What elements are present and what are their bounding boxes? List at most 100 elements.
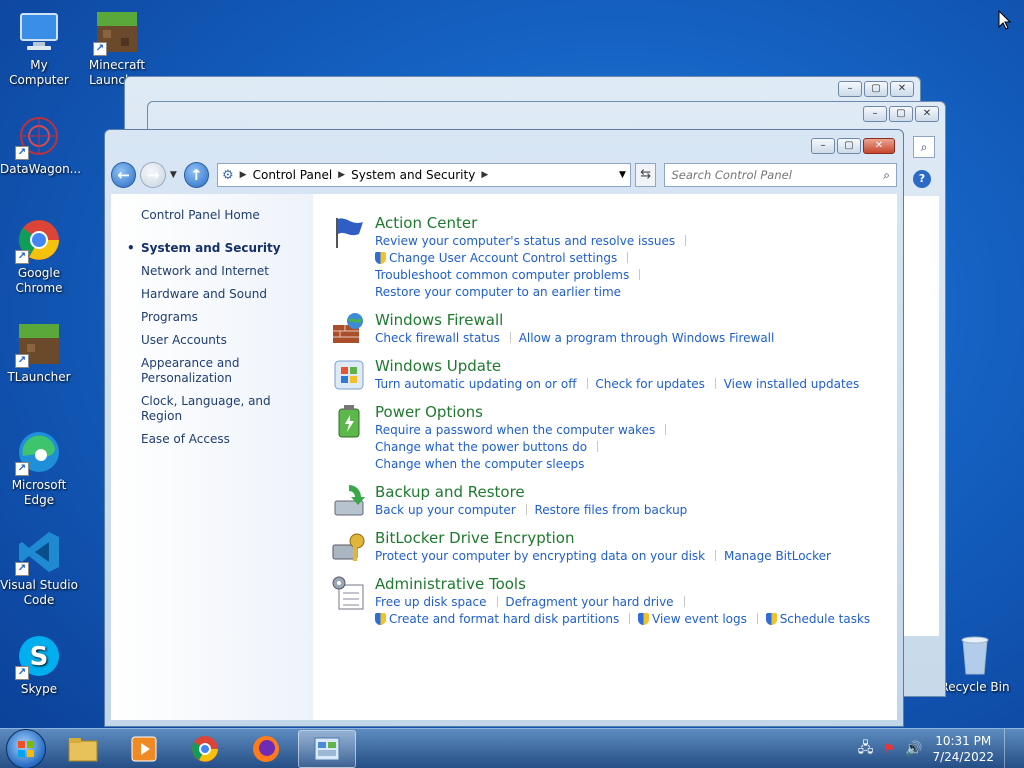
taskbar-firefox[interactable] (237, 730, 295, 768)
desktop-icon-skype[interactable]: S ↗ Skype (0, 632, 78, 697)
desktop-icon-visual-studio-code[interactable]: ↗ Visual Studio Code (0, 528, 78, 608)
minimize-button[interactable]: – (863, 106, 887, 122)
desktop-icon-label: Skype (20, 682, 58, 696)
category-title[interactable]: Administrative Tools (375, 575, 874, 593)
breadcrumb-separator-icon[interactable]: ▶ (240, 170, 247, 180)
minimize-button[interactable]: – (838, 81, 862, 97)
recent-pages-dropdown-icon[interactable]: ▼ (170, 170, 180, 180)
firewall-icon (331, 311, 367, 347)
link-restore-files[interactable]: Restore files from backup (534, 502, 687, 519)
forward-button[interactable]: → (140, 162, 166, 188)
search-icon[interactable]: ⌕ (883, 168, 890, 183)
link-free-disk-space[interactable]: Free up disk space (375, 594, 498, 611)
link-computer-sleeps[interactable]: Change when the computer sleeps (375, 456, 584, 473)
nav-clock-language-and-region[interactable]: Clock, Language, and Region (141, 394, 313, 424)
taskbar-explorer[interactable] (54, 730, 112, 768)
address-dropdown-icon[interactable]: ▼ (619, 170, 626, 180)
windows-update-icon (331, 357, 367, 393)
category-windows-firewall: Windows Firewall Check firewall status A… (331, 311, 897, 347)
category-title[interactable]: Power Options (375, 403, 897, 421)
link-defragment[interactable]: Defragment your hard drive (505, 594, 684, 611)
start-button[interactable] (6, 728, 46, 768)
network-icon[interactable]: 🖧 (858, 737, 874, 761)
link-back-up[interactable]: Back up your computer (375, 502, 527, 519)
nav-control-panel-home[interactable]: Control Panel Home (141, 208, 313, 223)
search-box[interactable]: ⌕ (664, 163, 898, 187)
close-button[interactable]: ✕ (863, 138, 895, 154)
tlauncher-icon: ↗ (15, 320, 63, 368)
shortcut-arrow-icon: ↗ (15, 666, 29, 680)
link-require-password[interactable]: Require a password when the computer wak… (375, 422, 666, 439)
nav-system-and-security[interactable]: System and Security (127, 241, 313, 256)
desktop-icon-datawagon[interactable]: ↗ DataWagon... (0, 112, 81, 177)
category-backup-and-restore: Backup and Restore Back up your computer… (331, 483, 897, 519)
clock[interactable]: 10:31 PM 7/24/2022 (932, 733, 994, 765)
nav-ease-of-access[interactable]: Ease of Access (141, 432, 313, 447)
link-power-buttons[interactable]: Change what the power buttons do (375, 439, 598, 456)
category-title[interactable]: Action Center (375, 214, 897, 232)
nav-programs[interactable]: Programs (141, 310, 313, 325)
taskbar-control-panel[interactable] (298, 729, 356, 768)
category-title[interactable]: Windows Update (375, 357, 863, 375)
link-turn-auto-update[interactable]: Turn automatic updating on or off (375, 376, 588, 393)
nav-user-accounts[interactable]: User Accounts (141, 333, 313, 348)
breadcrumb-control-panel[interactable]: Control Panel (253, 168, 333, 182)
link-check-firewall[interactable]: Check firewall status (375, 330, 511, 347)
uac-shield-icon (638, 613, 650, 625)
breadcrumb-separator-icon[interactable]: ▶ (481, 170, 488, 180)
uac-shield-icon (375, 613, 386, 625)
desktop-icon-tlauncher[interactable]: ↗ TLauncher (0, 320, 78, 385)
help-icon[interactable]: ? (913, 170, 931, 188)
back-button[interactable]: ← (111, 162, 137, 188)
desktop-icon-my-computer[interactable]: My Computer (0, 8, 78, 88)
desktop-icon-recycle-bin[interactable]: Recycle Bin (936, 630, 1014, 695)
link-schedule-tasks[interactable]: Schedule tasks (780, 611, 870, 628)
link-view-event-logs[interactable]: View event logs (652, 611, 758, 628)
action-center-flag-icon[interactable]: ⚑ (883, 742, 895, 757)
link-manage-bitlocker[interactable]: Manage BitLocker (724, 548, 831, 565)
desktop-icon-microsoft-edge[interactable]: ↗ Microsoft Edge (0, 428, 78, 508)
link-create-partitions[interactable]: Create and format hard disk partitions (389, 611, 630, 628)
up-button[interactable]: ↑ (183, 162, 210, 188)
nav-hardware-and-sound[interactable]: Hardware and Sound (141, 287, 313, 302)
link-check-updates[interactable]: Check for updates (595, 376, 716, 393)
maximize-button[interactable]: ▢ (837, 138, 861, 154)
search-input[interactable] (671, 168, 884, 182)
link-troubleshoot[interactable]: Troubleshoot common computer problems (375, 267, 640, 284)
link-review-status[interactable]: Review your computer's status and resolv… (375, 233, 686, 250)
media-player-icon (131, 736, 157, 761)
nav-appearance-and-personalization[interactable]: Appearance and Personalization (141, 356, 241, 386)
taskbar: 🖧 ⚑ 🔊 10:31 PM 7/24/2022 (0, 728, 1024, 768)
taskbar-chrome[interactable] (176, 730, 234, 768)
control-panel-window[interactable]: – ▢ ✕ ← → ▼ ↑ ⚙ ▶ Control Panel ▶ System… (104, 129, 904, 727)
link-restore-computer[interactable]: Restore your computer to an earlier time (375, 284, 621, 301)
close-button[interactable]: ✕ (915, 106, 939, 122)
volume-icon[interactable]: 🔊 (905, 741, 922, 757)
link-allow-program[interactable]: Allow a program through Windows Firewall (519, 330, 775, 347)
minimize-button[interactable]: – (811, 138, 835, 154)
folder-icon (68, 737, 98, 761)
caption-buttons: – ▢ ✕ (838, 81, 914, 97)
address-bar[interactable]: ⚙ ▶ Control Panel ▶ System and Security … (217, 163, 631, 187)
nav-network-and-internet[interactable]: Network and Internet (141, 264, 313, 279)
refresh-button[interactable]: ⇆ (634, 163, 657, 187)
close-button[interactable]: ✕ (890, 81, 914, 97)
maximize-button[interactable]: ▢ (864, 81, 888, 97)
category-title[interactable]: Windows Firewall (375, 311, 778, 329)
link-change-uac[interactable]: Change User Account Control settings (389, 250, 628, 267)
maximize-button[interactable]: ▢ (889, 106, 913, 122)
breadcrumb-separator-icon[interactable]: ▶ (338, 170, 345, 180)
show-desktop-button[interactable] (1004, 729, 1014, 768)
content-area: Control Panel Home System and Security N… (111, 194, 897, 720)
link-protect-computer[interactable]: Protect your computer by encrypting data… (375, 548, 716, 565)
category-bitlocker: BitLocker Drive Encryption Protect your … (331, 529, 897, 565)
category-title[interactable]: BitLocker Drive Encryption (375, 529, 835, 547)
breadcrumb-system-and-security[interactable]: System and Security (351, 168, 475, 182)
taskbar-media-player[interactable] (115, 730, 173, 768)
search-icon[interactable]: ⌕ (913, 136, 935, 158)
category-windows-update: Windows Update Turn automatic updating o… (331, 357, 897, 393)
desktop-icon-google-chrome[interactable]: ↗ Google Chrome (0, 216, 78, 296)
link-view-installed-updates[interactable]: View installed updates (724, 376, 860, 393)
category-title[interactable]: Backup and Restore (375, 483, 691, 501)
caption-buttons: – ▢ ✕ (811, 138, 895, 154)
